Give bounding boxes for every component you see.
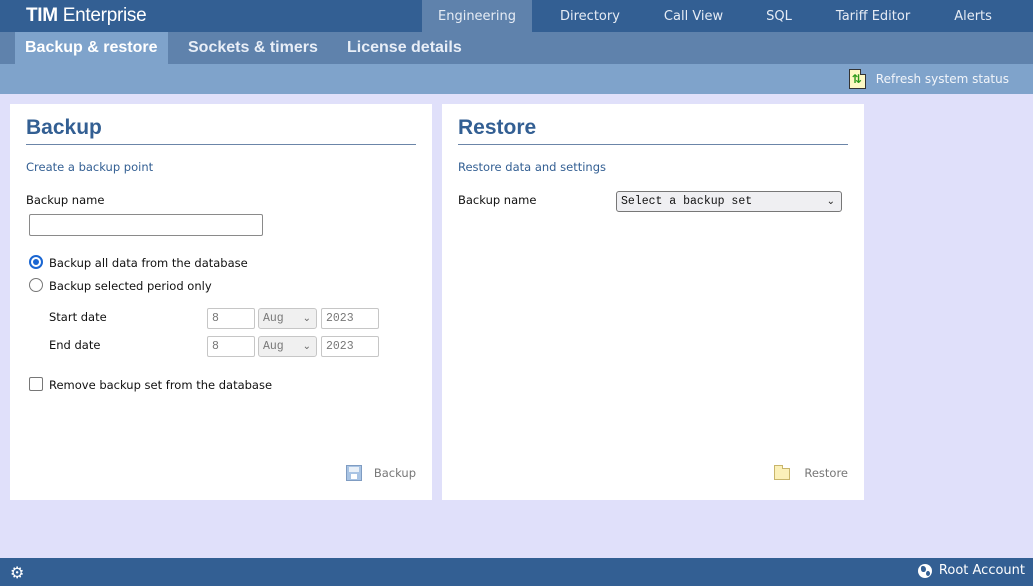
backup-set-select-value: Select a backup set bbox=[621, 195, 753, 208]
backup-button-label: Backup bbox=[373, 466, 416, 480]
restore-name-label: Backup name bbox=[458, 193, 537, 207]
start-month-select[interactable]: Aug ⌄ bbox=[258, 308, 317, 329]
backup-title-divider bbox=[26, 144, 416, 145]
chevron-down-icon: ⌄ bbox=[302, 313, 311, 324]
restore-panel: Restore Restore data and settings Backup… bbox=[442, 104, 864, 500]
tab-directory[interactable]: Directory bbox=[532, 0, 648, 32]
end-month-select[interactable]: Aug ⌄ bbox=[258, 336, 317, 357]
top-bar: TIM Enterprise Engineering Directory Cal… bbox=[0, 0, 1033, 32]
restore-button-label: Restore bbox=[804, 466, 848, 480]
logo-bold: TIM bbox=[26, 5, 58, 26]
remove-backup-label[interactable]: Remove backup set from the database bbox=[49, 378, 272, 392]
backup-period-label[interactable]: Backup selected period only bbox=[49, 279, 212, 293]
tab-tariff-editor[interactable]: Tariff Editor bbox=[819, 0, 927, 32]
tab-alerts[interactable]: Alerts bbox=[927, 0, 1019, 32]
start-month-value: Aug bbox=[263, 312, 284, 325]
action-bar: ⇅ Refresh system status bbox=[0, 64, 1033, 94]
root-account-button[interactable]: Root Account bbox=[917, 563, 1025, 578]
globe-icon bbox=[917, 563, 932, 578]
subtab-backup-restore[interactable]: Backup & restore bbox=[15, 32, 168, 64]
backup-set-select[interactable]: Select a backup set ⌄ bbox=[616, 191, 842, 212]
backup-all-label[interactable]: Backup all data from the database bbox=[49, 256, 248, 270]
start-year-input[interactable]: 2023 bbox=[321, 308, 379, 329]
subtab-sockets-timers[interactable]: Sockets & timers bbox=[178, 32, 328, 64]
floppy-disk-icon bbox=[345, 465, 362, 481]
chevron-down-icon: ⌄ bbox=[302, 341, 311, 352]
backup-name-label: Backup name bbox=[26, 193, 105, 207]
account-label: Root Account bbox=[938, 563, 1025, 578]
end-day-input[interactable]: 8 bbox=[207, 336, 255, 357]
chevron-down-icon: ⌄ bbox=[826, 196, 835, 207]
tab-engineering[interactable]: Engineering bbox=[422, 0, 532, 32]
restore-title-divider bbox=[458, 144, 848, 145]
backup-button[interactable]: Backup bbox=[345, 465, 416, 481]
app-logo: TIM Enterprise bbox=[26, 5, 147, 27]
start-date-label: Start date bbox=[49, 310, 107, 324]
backup-title: Backup bbox=[26, 116, 102, 139]
footer-bar: ⚙ Root Account bbox=[0, 558, 1033, 586]
sub-nav: Backup & restore Sockets & timers Licens… bbox=[0, 32, 1033, 64]
refresh-label: Refresh system status bbox=[875, 72, 1009, 86]
restore-title: Restore bbox=[458, 116, 537, 139]
end-month-value: Aug bbox=[263, 340, 284, 353]
tab-call-view[interactable]: Call View bbox=[648, 0, 739, 32]
backup-name-input[interactable] bbox=[29, 214, 263, 236]
tab-sql[interactable]: SQL bbox=[739, 0, 819, 32]
restore-button[interactable]: Restore bbox=[774, 465, 848, 480]
end-date-label: End date bbox=[49, 338, 101, 352]
start-day-input[interactable]: 8 bbox=[207, 308, 255, 329]
logo-text: Enterprise bbox=[62, 5, 147, 26]
backup-all-radio[interactable] bbox=[29, 255, 43, 269]
subtab-license-details[interactable]: License details bbox=[337, 32, 472, 64]
remove-backup-checkbox[interactable] bbox=[29, 377, 43, 391]
folder-icon bbox=[774, 465, 791, 480]
restore-subtitle: Restore data and settings bbox=[458, 160, 607, 174]
backup-panel: Backup Create a backup point Backup name… bbox=[10, 104, 432, 500]
refresh-system-status-button[interactable]: ⇅ Refresh system status bbox=[848, 69, 1009, 89]
top-nav: Engineering Directory Call View SQL Tari… bbox=[422, 0, 1019, 32]
backup-subtitle: Create a backup point bbox=[26, 160, 154, 174]
end-year-input[interactable]: 2023 bbox=[321, 336, 379, 357]
refresh-document-icon: ⇅ bbox=[848, 69, 866, 89]
gear-icon[interactable]: ⚙ bbox=[10, 565, 24, 581]
backup-period-radio[interactable] bbox=[29, 278, 43, 292]
